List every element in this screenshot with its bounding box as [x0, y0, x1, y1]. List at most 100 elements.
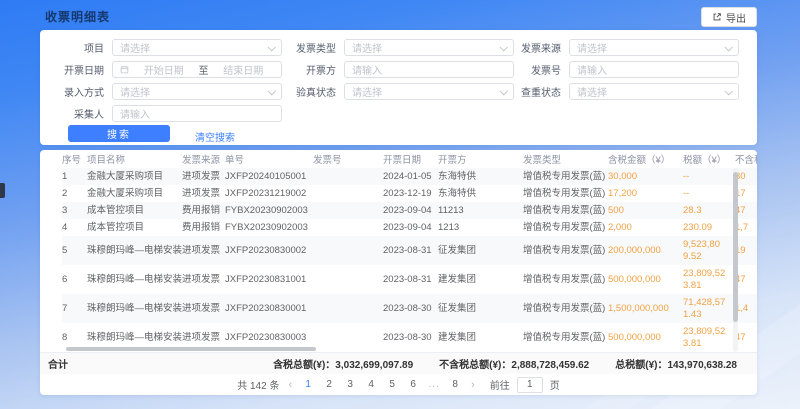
- table-row: 7珠穆朗玛峰—电梯安装进项发票JXFP20230830001 2023-08-30…: [62, 294, 757, 323]
- table-cell: 进项发票: [182, 236, 225, 265]
- table-cell: 2: [62, 185, 87, 202]
- page-button[interactable]: 6: [406, 379, 420, 390]
- verify-status-select[interactable]: 请选择: [344, 83, 514, 100]
- table-cell: [313, 323, 383, 352]
- vertical-scrollbar-thumb[interactable]: [733, 172, 738, 322]
- table-cell: 47: [735, 323, 757, 352]
- table-cell: 征发集团: [438, 236, 523, 265]
- table-cell: 2023-08-31: [383, 265, 438, 294]
- dup-status-select[interactable]: 请选择: [569, 83, 739, 100]
- col-header-invoice-no: 发票号: [313, 150, 383, 168]
- invoice-table-panel: 序号 项目名称 发票来源 单号 发票号 开票日期 开票方 发票类型 含税金额（¥…: [40, 150, 757, 395]
- page-button[interactable]: 3: [343, 379, 357, 390]
- col-header-issuer: 开票方: [438, 150, 523, 168]
- table-cell: 17: [735, 185, 757, 202]
- export-icon: [712, 12, 722, 22]
- table-cell: [313, 294, 383, 323]
- page-button[interactable]: 8: [448, 379, 462, 390]
- table-row: 1金融大厦采购项目进项发票JXFP202401050012024-01-05东海…: [62, 168, 757, 185]
- end-date-placeholder: 结束日期: [213, 62, 275, 77]
- entry-method-select[interactable]: 请选择: [112, 83, 282, 100]
- table-cell: 进项发票: [182, 185, 225, 202]
- table-cell: 30: [735, 168, 757, 185]
- page-ellipsis: ...: [427, 379, 441, 390]
- pagination-total: 共 142 条: [237, 377, 279, 392]
- table-cell: 47: [735, 202, 757, 219]
- issuer-input[interactable]: 请输入: [344, 61, 514, 78]
- next-page-button[interactable]: ›: [469, 379, 477, 391]
- project-select[interactable]: 请选择: [112, 39, 282, 56]
- calendar-icon: [120, 65, 129, 74]
- page-button[interactable]: 1: [301, 379, 315, 390]
- table-cell: 增值税专用发票(蓝): [523, 265, 608, 294]
- invoice-source-select[interactable]: 请选择: [569, 39, 739, 56]
- table-cell: 珠穆朗玛峰—电梯安装: [87, 294, 182, 323]
- total-tax: 总税额(¥)：143,970,638.28: [615, 356, 737, 371]
- vertical-scrollbar[interactable]: [733, 168, 738, 352]
- table-cell: 费用报销: [182, 202, 225, 219]
- table-cell: 2023-08-31: [383, 236, 438, 265]
- page-button[interactable]: 5: [385, 379, 399, 390]
- invoice-table: 序号 项目名称 发票来源 单号 发票号 开票日期 开票方 发票类型 含税金额（¥…: [62, 150, 757, 352]
- table-cell: 47: [735, 265, 757, 294]
- table-cell: 2023-09-04: [383, 219, 438, 236]
- table-cell: 500: [608, 202, 683, 219]
- date-range-separator: 至: [195, 62, 213, 77]
- table-cell: 增值税专用发票(蓝): [523, 219, 608, 236]
- export-button[interactable]: 导出: [701, 7, 757, 27]
- table-cell: 成本管控项目: [87, 202, 182, 219]
- pagination: 共 142 条 ‹ 123456... 8 › 前往 页: [40, 374, 757, 395]
- sidebar-toggle[interactable]: [0, 183, 5, 198]
- invoice-type-select[interactable]: 请选择: [344, 39, 514, 56]
- col-header-index: 序号: [62, 150, 87, 168]
- invoice-date-range-picker[interactable]: 开始日期 至 结束日期: [112, 61, 282, 78]
- table-cell: JXFP20230830001: [225, 294, 313, 323]
- invoice-no-input[interactable]: 请输入: [569, 61, 739, 78]
- table-cell: [313, 236, 383, 265]
- clear-search-button[interactable]: 清空搜索: [195, 129, 235, 144]
- page-button[interactable]: 4: [364, 379, 378, 390]
- table-header-row: 序号 项目名称 发票来源 单号 发票号 开票日期 开票方 发票类型 含税金额（¥…: [62, 150, 757, 168]
- table-cell: 2023-12-19: [383, 185, 438, 202]
- table-cell: 200,000,000: [608, 236, 683, 265]
- collector-input[interactable]: 请输入: [112, 105, 282, 122]
- table-cell: 7: [62, 294, 87, 323]
- table-cell: JXFP20230830002: [225, 236, 313, 265]
- entry-method-placeholder: 请选择: [120, 84, 268, 99]
- col-header-tax-excl-amount: 不含税金额（¥）: [735, 150, 757, 168]
- issuer-input-placeholder: 请输入: [352, 62, 506, 77]
- table-cell: FYBX20230902003: [225, 202, 313, 219]
- totals-label: 合计: [48, 356, 68, 371]
- table-cell: 征发集团: [438, 294, 523, 323]
- table-cell: 进项发票: [182, 294, 225, 323]
- jump-suffix: 页: [550, 377, 560, 392]
- table-cell: 17,200: [608, 185, 683, 202]
- page-button[interactable]: 2: [322, 379, 336, 390]
- collector-filter-label: 采集人: [44, 106, 104, 121]
- issuer-filter-label: 开票方: [276, 62, 336, 77]
- collector-input-placeholder: 请输入: [120, 106, 274, 121]
- table-cell: [313, 265, 383, 294]
- dup-status-filter-label: 查重状态: [501, 84, 561, 99]
- table-cell: 建发集团: [438, 265, 523, 294]
- prev-page-button[interactable]: ‹: [286, 379, 294, 391]
- table-row: 2金融大厦采购项目进项发票JXFP202312190022023-12-19东海…: [62, 185, 757, 202]
- page-jump-input[interactable]: [517, 377, 543, 393]
- table-cell: 增值税专用发票(蓝): [523, 168, 608, 185]
- table-cell: 成本管控项目: [87, 219, 182, 236]
- table-cell: 71,428,571.43: [683, 294, 735, 323]
- horizontal-scrollbar-thumb[interactable]: [66, 347, 316, 351]
- table-cell: 增值税专用发票(蓝): [523, 185, 608, 202]
- project-select-placeholder: 请选择: [120, 40, 268, 55]
- table-body: 1金融大厦采购项目进项发票JXFP202401050012024-01-05东海…: [62, 168, 757, 352]
- jump-label: 前往: [490, 377, 510, 392]
- search-button[interactable]: 搜索: [68, 125, 170, 142]
- table-cell: 3: [62, 202, 87, 219]
- table-cell: 增值税专用发票(蓝): [523, 236, 608, 265]
- table-cell: 珠穆朗玛峰—电梯安装: [87, 265, 182, 294]
- chevron-down-icon: [724, 43, 732, 51]
- col-header-invoice-date: 开票日期: [383, 150, 438, 168]
- table-cell: 1,7: [735, 219, 757, 236]
- table-cell: 2023-08-30: [383, 294, 438, 323]
- col-header-project-name: 项目名称: [87, 150, 182, 168]
